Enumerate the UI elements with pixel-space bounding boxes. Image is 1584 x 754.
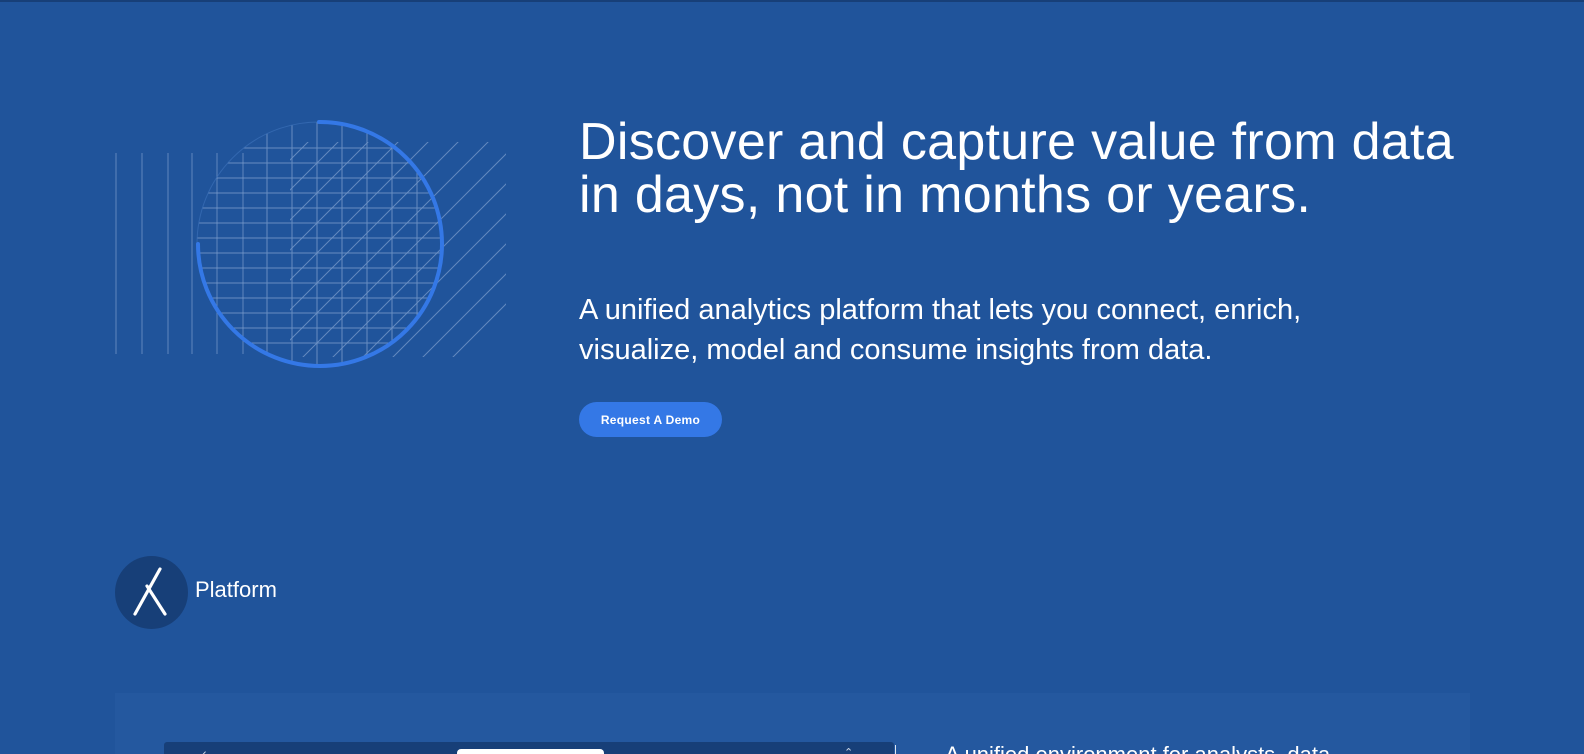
hero-subtitle-line-1: A unified analytics platform that lets y… (579, 294, 1302, 326)
grid-circle-illustration (112, 118, 506, 374)
diagonal-lines (290, 142, 506, 357)
hero-title-line-2: in days, not in months or years. (579, 166, 1312, 224)
top-divider (0, 0, 1584, 2)
app-preview-window: ‹ ⌃ (164, 742, 894, 754)
x-logo-icon (115, 556, 188, 629)
request-demo-button[interactable]: Request A Demo (579, 402, 722, 437)
grid-circle-svg (115, 119, 506, 368)
hero-subtitle-line-2: visualize, model and consume insights fr… (579, 334, 1213, 366)
x-logo-svg (133, 567, 167, 616)
platform-label: Platform (195, 577, 277, 602)
hero-title-line-1: Discover and capture value from data (579, 113, 1455, 171)
url-bar[interactable] (457, 749, 604, 754)
hero-subtitle: A unified analytics platform that lets y… (579, 290, 1479, 370)
chevron-toggle-icon[interactable]: ⌃ (844, 748, 853, 754)
panel-divider (895, 745, 896, 754)
hero-title: Discover and capture value from data in … (579, 116, 1509, 222)
page: Discover and capture value from data in … (0, 0, 1584, 754)
feature-panel: ‹ ⌃ A unified environment for analysts, … (115, 693, 1470, 754)
feature-description: A unified environment for analysts, data (945, 741, 1330, 754)
progress-arc (196, 119, 444, 368)
chevron-left-icon[interactable]: ‹ (202, 746, 207, 754)
